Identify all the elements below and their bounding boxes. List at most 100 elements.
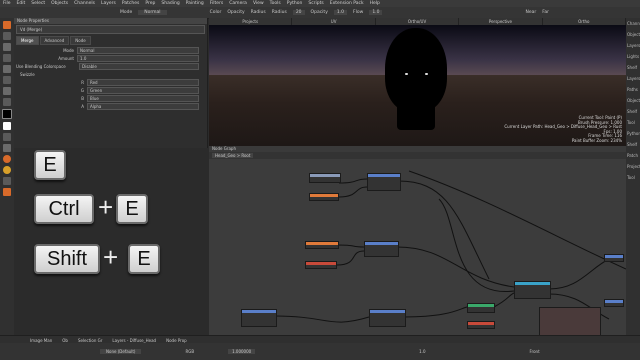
shelf-item-14[interactable]: Projection bbox=[626, 161, 640, 172]
menu-channels[interactable]: Channels bbox=[74, 1, 95, 6]
graph-node-2[interactable] bbox=[309, 193, 339, 201]
breadcrumb-path[interactable]: Head_Geo > Root bbox=[212, 153, 254, 158]
light-icon[interactable] bbox=[3, 188, 11, 196]
amount-field[interactable]: 1.0 bbox=[77, 55, 199, 62]
graph-node-5[interactable] bbox=[305, 261, 337, 269]
shelf-item-3[interactable]: Layers bbox=[626, 40, 640, 51]
tab-selection-groups[interactable]: Selection Gr bbox=[78, 338, 102, 343]
gradient-icon[interactable] bbox=[3, 98, 11, 106]
channel-dropdown-b[interactable]: Blue bbox=[87, 95, 199, 102]
shelf-item-1[interactable]: Channels bbox=[626, 18, 640, 29]
menu-select[interactable]: Select bbox=[31, 1, 45, 6]
tab-perspective[interactable]: Perspective bbox=[459, 18, 543, 25]
tab-node[interactable]: Node bbox=[70, 36, 91, 45]
channel-dropdown-a[interactable]: Alpha bbox=[87, 103, 199, 110]
menu-tools[interactable]: Tools bbox=[270, 1, 281, 6]
menu-edit[interactable]: Edit bbox=[17, 1, 26, 6]
tab-image-manager[interactable]: Image Man bbox=[30, 338, 52, 343]
menu-layers[interactable]: Layers bbox=[101, 1, 116, 6]
shelf-item-13[interactable]: Patch bbox=[626, 150, 640, 161]
flow-value[interactable]: 1.0 bbox=[369, 10, 383, 15]
blur-icon[interactable] bbox=[3, 65, 11, 73]
swizzle-label[interactable]: Swizzle bbox=[14, 72, 83, 77]
far-label[interactable]: Far bbox=[542, 10, 549, 15]
graph-node-11[interactable] bbox=[369, 309, 406, 327]
near-label[interactable]: Near bbox=[525, 10, 536, 15]
graph-node-10[interactable] bbox=[241, 309, 277, 327]
radius-label[interactable]: Radius bbox=[251, 10, 266, 15]
shelf-item-9[interactable]: Shelf bbox=[626, 106, 640, 117]
opacity-value[interactable]: 1.0 bbox=[333, 10, 348, 15]
tab-layers[interactable]: Layers - Diffuse_Head bbox=[112, 338, 156, 343]
fill-icon[interactable] bbox=[3, 87, 11, 95]
graph-node-1[interactable] bbox=[309, 173, 341, 183]
menu-file[interactable]: File bbox=[3, 1, 11, 6]
opacity-label[interactable]: Opacity bbox=[227, 10, 244, 15]
tab-ortho[interactable]: Ortho bbox=[543, 18, 627, 25]
blend-dropdown[interactable]: None (Default) bbox=[100, 349, 142, 354]
menu-view[interactable]: View bbox=[253, 1, 264, 6]
graph-node-4[interactable] bbox=[305, 241, 339, 249]
channel-label-r: R bbox=[81, 80, 84, 85]
node-name-field[interactable]: Vd (Merge) bbox=[16, 25, 205, 34]
background-color-swatch[interactable] bbox=[3, 122, 11, 130]
graph-node-7[interactable] bbox=[514, 281, 551, 299]
graph-node-6[interactable] bbox=[364, 241, 399, 257]
camera-icon[interactable] bbox=[3, 177, 11, 185]
shelf-item-8[interactable]: Objects bbox=[626, 95, 640, 106]
foreground-color-swatch[interactable] bbox=[2, 109, 12, 119]
shelf-item-6[interactable]: Layers bbox=[626, 73, 640, 84]
paint-brush-icon[interactable] bbox=[3, 21, 11, 29]
menu-extension-pack[interactable]: Extension Pack bbox=[330, 1, 364, 6]
transform-icon[interactable] bbox=[3, 133, 11, 141]
menu-python[interactable]: Python bbox=[287, 1, 303, 6]
tab-ortho-uv[interactable]: Ortho/UV bbox=[376, 18, 460, 25]
menu-camera[interactable]: Camera bbox=[229, 1, 247, 6]
value-field[interactable]: 1.0 bbox=[419, 349, 425, 354]
tab-uv[interactable]: UV bbox=[292, 18, 376, 25]
format-dropdown[interactable]: RGB bbox=[185, 349, 194, 354]
shelf-item-5[interactable]: Shelf bbox=[626, 62, 640, 73]
clone-icon[interactable] bbox=[3, 43, 11, 51]
mode-dropdown[interactable]: Normal bbox=[138, 10, 167, 15]
shelf-item-2[interactable]: Objects bbox=[626, 29, 640, 40]
tab-advanced[interactable]: Advanced bbox=[39, 36, 70, 45]
colorspace-dropdown[interactable]: Disable bbox=[79, 63, 199, 70]
shelf-item-15[interactable]: Tool bbox=[626, 172, 640, 183]
menu-prep[interactable]: Prep bbox=[145, 1, 155, 6]
graph-node-13[interactable] bbox=[604, 299, 624, 307]
view-front-dropdown[interactable]: Front bbox=[530, 349, 540, 354]
tab-projects[interactable]: Projects bbox=[209, 18, 293, 25]
shelf-item-12[interactable]: Shelf bbox=[626, 139, 640, 150]
sphere-icon-2[interactable] bbox=[3, 166, 11, 174]
menu-patches[interactable]: Patches bbox=[122, 1, 139, 6]
graph-node-8[interactable] bbox=[467, 303, 495, 313]
menu-painting[interactable]: Painting bbox=[186, 1, 204, 6]
radius-value[interactable]: 20 bbox=[292, 10, 305, 15]
sphere-icon[interactable] bbox=[3, 155, 11, 163]
select-icon[interactable] bbox=[3, 76, 11, 84]
shelf-item-7[interactable]: Paths bbox=[626, 84, 640, 95]
tab-node-properties[interactable]: Node Prop bbox=[166, 338, 187, 343]
menu-filters[interactable]: Filters bbox=[210, 1, 224, 6]
mode-prop-dropdown[interactable]: Normal bbox=[77, 47, 199, 54]
eraser-icon[interactable] bbox=[3, 32, 11, 40]
channel-dropdown-r[interactable]: Red bbox=[87, 79, 199, 86]
shelf-item-11[interactable]: Python bbox=[626, 128, 640, 139]
graph-node-12[interactable] bbox=[604, 254, 624, 262]
channel-dropdown-g[interactable]: Green bbox=[87, 87, 199, 94]
graph-node-9[interactable] bbox=[467, 321, 495, 329]
menu-shading[interactable]: Shading bbox=[161, 1, 179, 6]
smudge-icon[interactable] bbox=[3, 54, 11, 62]
zoom-field[interactable]: 1.000000 bbox=[228, 349, 256, 354]
shelf-item-10[interactable]: Tool bbox=[626, 117, 640, 128]
shelf-item-4[interactable]: Lights bbox=[626, 51, 640, 62]
menu-help[interactable]: Help bbox=[370, 1, 380, 6]
graph-node-3[interactable] bbox=[367, 173, 401, 191]
menu-scripts[interactable]: Scripts bbox=[308, 1, 323, 6]
tab-ob[interactable]: Ob bbox=[62, 338, 68, 343]
text-icon[interactable] bbox=[3, 144, 11, 152]
menu-objects[interactable]: Objects bbox=[51, 1, 68, 6]
node-graph-canvas[interactable] bbox=[209, 159, 626, 348]
tab-merge[interactable]: Merge bbox=[16, 36, 39, 45]
